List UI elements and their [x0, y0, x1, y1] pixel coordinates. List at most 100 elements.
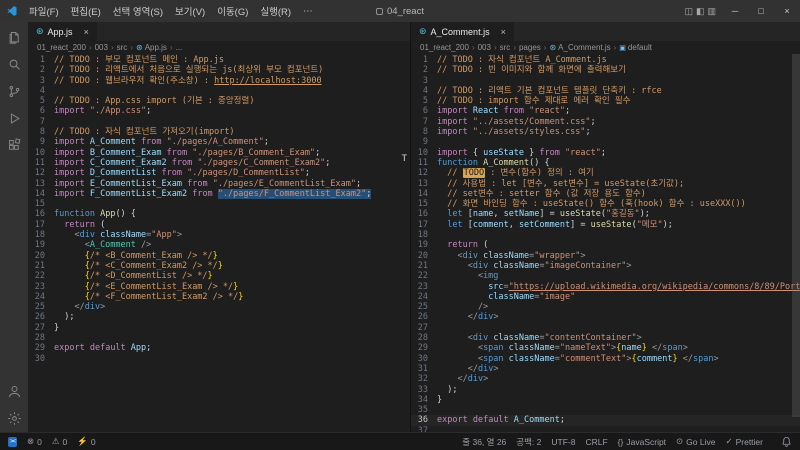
code-line[interactable]: 27 — [411, 323, 800, 333]
run-debug-icon[interactable] — [0, 105, 28, 132]
code-line[interactable]: 23 {/* <E_CommentList_Exam /> */} — [28, 282, 410, 292]
close-icon[interactable]: × — [501, 27, 506, 37]
vertical-scrollbar[interactable] — [792, 54, 800, 432]
code-line[interactable]: 26 </div> — [411, 312, 800, 322]
layout-toggle-icon[interactable]: ▥ — [707, 6, 716, 17]
code-line[interactable]: 6import "./App.css"; — [28, 106, 410, 116]
code-line[interactable]: 12 // TODO : 변수(함수) 정의 : 여기 — [411, 168, 800, 178]
status-remote[interactable]: >< — [8, 437, 17, 447]
scrollbar-thumb[interactable] — [792, 54, 800, 417]
code-line[interactable]: 8// TODO : 자식 컴포넌트 가져오기(import) — [28, 127, 410, 137]
code-editor-app-js[interactable]: T 1// TODO : 부모 컴포넌트 메인 : App.js2// TODO… — [28, 54, 410, 432]
code-line[interactable]: 18 <div className="App"> — [28, 230, 410, 240]
code-line[interactable]: 17 return ( — [28, 220, 410, 230]
code-line[interactable]: 7 — [28, 117, 410, 127]
code-line[interactable]: 12import D_CommentList from "./pages/D_C… — [28, 168, 410, 178]
code-line[interactable]: 24 {/* <F_CommentList_Exam2 /> */} — [28, 292, 410, 302]
menu-item[interactable]: 이동(G) — [211, 2, 254, 20]
status-eol[interactable]: CRLF — [585, 437, 607, 447]
code-line[interactable]: 14import F_CommentList_Exam2 from "./pag… — [28, 189, 410, 199]
code-line[interactable]: 21 {/* <C_Comment_Exam2 /> */} — [28, 261, 410, 271]
code-line[interactable]: 1// TODO : 부모 컴포넌트 메인 : App.js — [28, 55, 410, 65]
status-warnings[interactable]: ⚠0 — [52, 436, 67, 447]
close-window-button[interactable]: × — [774, 0, 800, 22]
notifications-bell-icon[interactable] — [781, 436, 792, 447]
status-errors[interactable]: ⊗0 — [27, 436, 42, 447]
search-icon[interactable] — [0, 51, 28, 78]
menu-item[interactable]: 편집(E) — [65, 2, 107, 20]
code-line[interactable]: 22 {/* <D_CommentList /> */} — [28, 271, 410, 281]
code-line[interactable]: 11function A_Comment() { — [411, 158, 800, 168]
breadcrumb-item[interactable]: 003 — [95, 43, 108, 52]
status-cursor-position[interactable]: 줄 36, 열 26 — [462, 436, 506, 448]
code-line[interactable]: 16 let [name, setName] = useState("홍길동")… — [411, 209, 800, 219]
status-ports[interactable]: ⚡0 — [77, 436, 95, 447]
code-line[interactable]: 20 {/* <B_Comment_Exam /> */} — [28, 251, 410, 261]
code-line[interactable]: 11import C_Comment_Exam2 from "./pages/C… — [28, 158, 410, 168]
code-line[interactable]: 4// TODO : 리액트 기본 컴포넌트 템플릿 단축키 : rfce — [411, 86, 800, 96]
menu-item[interactable]: ⋯ — [297, 4, 319, 19]
source-control-icon[interactable] — [0, 78, 28, 105]
code-line[interactable]: 5// TODO : import 함수 제대로 에러 확인 필수 — [411, 96, 800, 106]
code-line[interactable]: 32 </div> — [411, 374, 800, 384]
code-line[interactable]: 30 <span className="commentText">{commen… — [411, 354, 800, 364]
code-line[interactable]: 19 return ( — [411, 240, 800, 250]
code-editor-a-comment-js[interactable]: 1// TODO : 자식 컴포넌트 A_Comment.js2// TODO … — [411, 54, 800, 432]
menu-item[interactable]: 선택 영역(S) — [107, 2, 169, 20]
status-language-javascript[interactable]: {}JavaScript — [618, 437, 666, 447]
breadcrumb-item[interactable]: ⊛A_Comment.js — [549, 43, 610, 52]
code-line[interactable]: 10import B_Comment_Exam from "./pages/B_… — [28, 148, 410, 158]
settings-gear-icon[interactable] — [0, 405, 28, 432]
code-line[interactable]: 22 <img — [411, 271, 800, 281]
breadcrumb-item[interactable]: ⊛App.js — [136, 43, 167, 52]
menu-item[interactable]: 파일(F) — [23, 2, 65, 20]
code-line[interactable]: 6import React from "react"; — [411, 106, 800, 116]
breadcrumb-item[interactable]: ▣default — [619, 43, 652, 52]
code-line[interactable]: 18 — [411, 230, 800, 240]
extensions-icon[interactable] — [0, 132, 28, 159]
breadcrumb-item[interactable]: 003 — [478, 43, 491, 52]
code-line[interactable]: 16function App() { — [28, 209, 410, 219]
code-line[interactable]: 2// TODO : 리액트에서 처음으로 실행되는 js(최상위 부모 컴포넌… — [28, 65, 410, 75]
code-line[interactable]: 23 src="https://upload.wikimedia.org/wik… — [411, 282, 800, 292]
code-line[interactable]: 5// TODO : App.css import (기본 : 중앙정렬) — [28, 96, 410, 106]
code-line[interactable]: 4 — [28, 86, 410, 96]
layout-toggle-icon[interactable]: ◫ — [684, 6, 693, 17]
code-line[interactable]: 13 // 사용법 : let [변수, set변수] = useState(초… — [411, 179, 800, 189]
code-line[interactable]: 33 ); — [411, 385, 800, 395]
code-line[interactable]: 9 — [411, 137, 800, 147]
accounts-icon[interactable] — [0, 378, 28, 405]
tab-a-comment-js[interactable]: ⊛ A_Comment.js × — [411, 22, 515, 41]
code-line[interactable]: 21 <div className="imageContainer"> — [411, 261, 800, 271]
breadcrumb-item[interactable]: src — [117, 43, 128, 52]
breadcrumb-item[interactable]: 01_react_200 — [37, 43, 86, 52]
code-line[interactable]: 26 ); — [28, 312, 410, 322]
tab-app-js[interactable]: ⊛ App.js × — [28, 22, 98, 41]
code-line[interactable]: 8import "../assets/styles.css"; — [411, 127, 800, 137]
code-line[interactable]: 34} — [411, 395, 800, 405]
code-line[interactable]: 2// TODO : 빈 이미지와 함께 화면에 출력해보기 — [411, 65, 800, 75]
breadcrumb-item[interactable]: 01_react_200 — [420, 43, 469, 52]
code-line[interactable]: 25 </div> — [28, 302, 410, 312]
breadcrumb-item[interactable]: pages — [519, 43, 541, 52]
status-indentation[interactable]: 공백: 2 — [516, 436, 541, 448]
maximize-button[interactable]: □ — [748, 0, 774, 22]
status-go-live[interactable]: ⊙Go Live — [676, 436, 715, 447]
minimize-button[interactable]: ─ — [722, 0, 748, 22]
code-line[interactable]: 29 <span className="nameText">{name} </s… — [411, 343, 800, 353]
code-line[interactable]: 3// TODO : 웹브라우저 확인(주소창) : http://localh… — [28, 76, 410, 86]
close-icon[interactable]: × — [84, 27, 89, 37]
breadcrumb-item[interactable]: ... — [176, 43, 183, 52]
code-line[interactable]: 3 — [411, 76, 800, 86]
code-line[interactable]: 31 </div> — [411, 364, 800, 374]
code-line[interactable]: 7import "../assets/Comment.css"; — [411, 117, 800, 127]
code-line[interactable]: 13import E_CommentList_Exam from "./page… — [28, 179, 410, 189]
status-prettier[interactable]: ✓Prettier — [725, 436, 763, 447]
code-line[interactable]: 15 // 화면 바인딩 함수 : useState() 함수 (훅(hook)… — [411, 199, 800, 209]
code-line[interactable]: 30 — [28, 354, 410, 364]
code-line[interactable]: 10import { useState } from "react"; — [411, 148, 800, 158]
code-line[interactable]: 28 — [28, 333, 410, 343]
code-line[interactable]: 1// TODO : 자식 컴포넌트 A_Comment.js — [411, 55, 800, 65]
code-line[interactable]: 24 className="image" — [411, 292, 800, 302]
code-line[interactable]: 27} — [28, 323, 410, 333]
